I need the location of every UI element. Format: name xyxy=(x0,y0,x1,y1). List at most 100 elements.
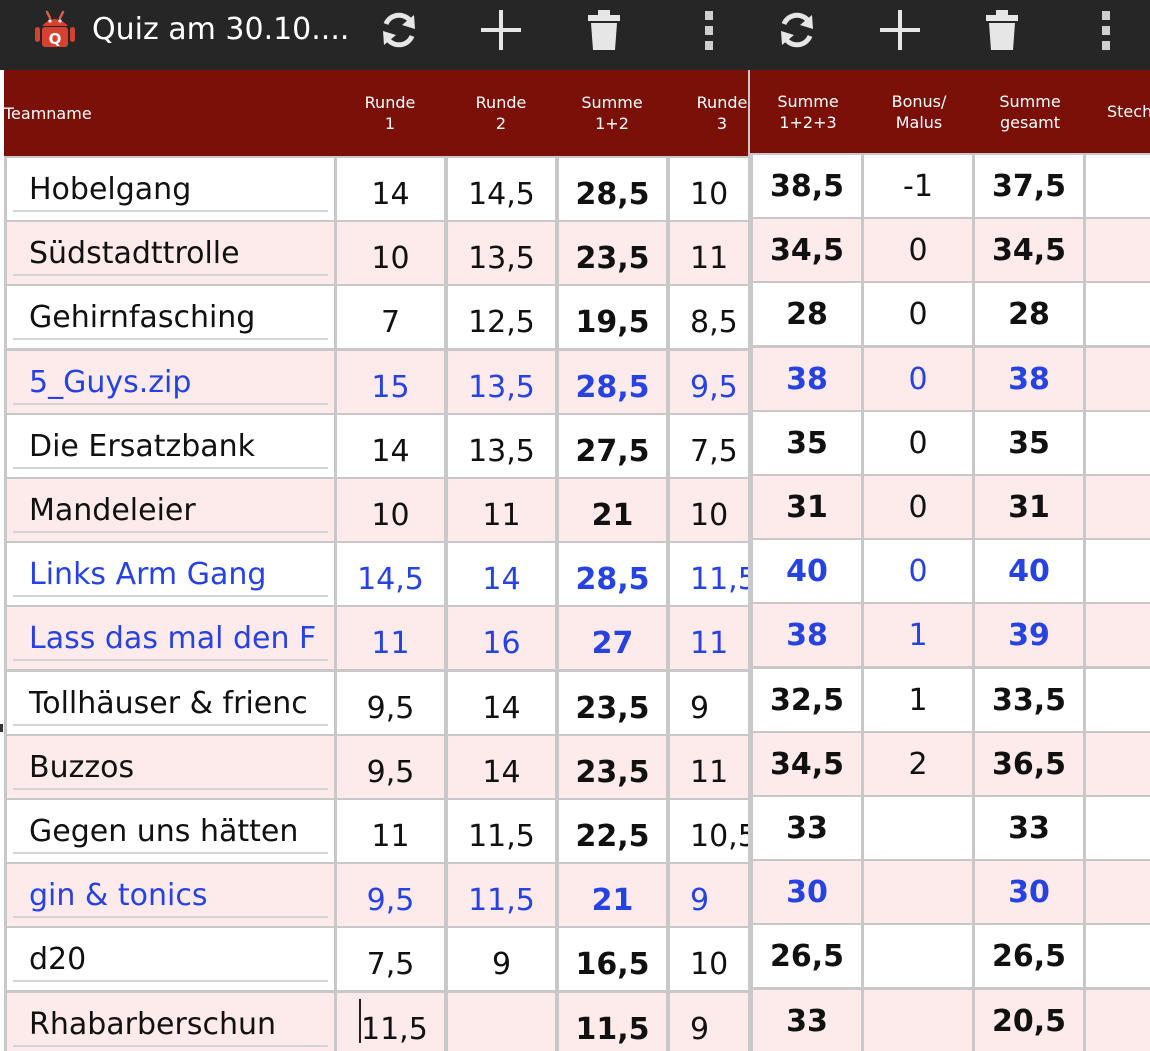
bonus-malus-field[interactable]: 0 xyxy=(864,283,972,345)
bonus-malus-field[interactable]: 1 xyxy=(864,604,972,666)
overflow-menu-icon[interactable] xyxy=(1077,6,1135,54)
table-row[interactable]: Gegen uns hätten 11 11,5 22,5 10,5 xyxy=(4,800,748,862)
team-name-field[interactable]: Südstadttrolle xyxy=(7,222,334,284)
bonus-malus-field[interactable] xyxy=(864,797,972,859)
tiebreak-field[interactable] xyxy=(1086,476,1150,538)
round-1-field[interactable]: 14 xyxy=(337,415,444,477)
round-3-field[interactable]: 11,5 xyxy=(670,543,748,605)
tiebreak-field[interactable] xyxy=(1086,540,1150,602)
round-1-field[interactable]: 14,5 xyxy=(337,543,444,605)
round-2-field[interactable]: 9 xyxy=(448,928,555,990)
round-1-field[interactable]: 9,5 xyxy=(337,864,444,926)
table-row[interactable]: 38,5 -1 37,5 xyxy=(750,155,1150,217)
round-3-field[interactable]: 8,5 xyxy=(670,286,748,348)
bonus-malus-field[interactable]: -1 xyxy=(864,155,972,217)
round-2-field[interactable]: 16 xyxy=(448,607,555,669)
tiebreak-field[interactable] xyxy=(1086,669,1150,731)
bonus-malus-field[interactable]: 0 xyxy=(864,348,972,410)
table-row[interactable]: 38 0 38 xyxy=(750,348,1150,410)
table-row[interactable]: 26,5 26,5 xyxy=(750,925,1150,987)
bonus-malus-field[interactable]: 0 xyxy=(864,412,972,474)
table-row[interactable]: 32,5 1 33,5 xyxy=(750,669,1150,731)
header-sum-1-2-3[interactable]: Summe 1+2+3 xyxy=(753,70,863,153)
team-name-field[interactable]: Rhabarberschun xyxy=(7,993,334,1051)
round-2-field[interactable]: 11,5 xyxy=(448,800,555,862)
team-name-field[interactable]: Die Ersatzbank xyxy=(7,415,334,477)
table-row[interactable]: 33 33 xyxy=(750,797,1150,859)
bonus-malus-field[interactable]: 1 xyxy=(864,669,972,731)
bonus-malus-field[interactable]: 2 xyxy=(864,733,972,795)
round-1-field[interactable]: 9,5 xyxy=(337,672,444,734)
round-1-field[interactable]: 10 xyxy=(337,479,444,541)
round-3-field[interactable]: 9 xyxy=(670,993,748,1051)
round-3-field[interactable]: 10 xyxy=(670,158,748,220)
team-name-field[interactable]: Mandeleier xyxy=(7,479,334,541)
table-row[interactable]: 35 0 35 xyxy=(750,412,1150,474)
round-1-field[interactable]: 10 xyxy=(337,222,444,284)
table-row[interactable]: d20 7,5 9 16,5 10 xyxy=(4,928,748,990)
tiebreak-field[interactable] xyxy=(1086,604,1150,666)
round-1-field[interactable]: 9,5 xyxy=(337,736,444,798)
tiebreak-field[interactable] xyxy=(1086,925,1150,987)
round-3-field[interactable]: 9 xyxy=(670,864,748,926)
round-2-field[interactable]: 13,5 xyxy=(448,351,555,413)
round-3-field[interactable]: 10 xyxy=(670,479,748,541)
round-3-field[interactable]: 11 xyxy=(670,607,748,669)
bonus-malus-field[interactable]: 0 xyxy=(864,476,972,538)
round-3-field[interactable]: 11 xyxy=(670,222,748,284)
round-2-field[interactable] xyxy=(448,993,555,1051)
tiebreak-field[interactable] xyxy=(1086,412,1150,474)
round-2-field[interactable]: 13,5 xyxy=(448,222,555,284)
table-row[interactable]: 28 0 28 xyxy=(750,283,1150,345)
table-row[interactable]: Links Arm Gang 14,5 14 28,5 11,5 xyxy=(4,543,748,605)
round-2-field[interactable]: 11 xyxy=(448,479,555,541)
team-name-field[interactable]: gin & tonics xyxy=(7,864,334,926)
team-name-field[interactable]: Links Arm Gang xyxy=(7,543,334,605)
tiebreak-field[interactable] xyxy=(1086,348,1150,410)
header-round-1[interactable]: Runde 1 xyxy=(335,70,445,156)
header-tiebreak[interactable]: Stech xyxy=(1086,70,1150,153)
table-row[interactable]: Gehirnfasching 7 12,5 19,5 8,5 xyxy=(4,286,748,348)
round-3-field[interactable]: 10,5 xyxy=(670,800,748,862)
round-2-field[interactable]: 13,5 xyxy=(448,415,555,477)
table-row[interactable]: Die Ersatzbank 14 13,5 27,5 7,5 xyxy=(4,415,748,477)
table-row[interactable]: 30 30 xyxy=(750,861,1150,923)
team-name-field[interactable]: d20 xyxy=(7,928,334,990)
team-name-field[interactable]: 5_Guys.zip xyxy=(7,351,334,413)
tiebreak-field[interactable] xyxy=(1086,861,1150,923)
header-sum-total[interactable]: Summe gesamt xyxy=(975,70,1085,153)
round-1-field[interactable]: 11 xyxy=(337,800,444,862)
table-row[interactable]: Südstadttrolle 10 13,5 23,5 11 xyxy=(4,222,748,284)
bonus-malus-field[interactable] xyxy=(864,861,972,923)
tiebreak-field[interactable] xyxy=(1086,283,1150,345)
header-teamname[interactable]: Teamname xyxy=(4,70,124,156)
round-3-field[interactable]: 11 xyxy=(670,736,748,798)
tiebreak-field[interactable] xyxy=(1086,990,1150,1051)
overflow-menu-icon[interactable] xyxy=(680,6,738,54)
team-name-field[interactable]: Lass das mal den F xyxy=(7,607,334,669)
table-row[interactable]: gin & tonics 9,5 11,5 21 9 xyxy=(4,864,748,926)
round-2-field[interactable]: 14 xyxy=(448,736,555,798)
trash-icon[interactable] xyxy=(575,6,633,54)
round-3-field[interactable]: 9,5 xyxy=(670,351,748,413)
add-icon[interactable] xyxy=(871,6,929,54)
round-2-field[interactable]: 14,5 xyxy=(448,158,555,220)
table-row[interactable]: 34,5 2 36,5 xyxy=(750,733,1150,795)
tiebreak-field[interactable] xyxy=(1086,733,1150,795)
refresh-icon[interactable] xyxy=(768,6,826,54)
table-row[interactable]: 40 0 40 xyxy=(750,540,1150,602)
table-row[interactable]: 34,5 0 34,5 xyxy=(750,219,1150,281)
bonus-malus-field[interactable] xyxy=(864,925,972,987)
header-round-2[interactable]: Runde 2 xyxy=(446,70,556,156)
team-name-field[interactable]: Buzzos xyxy=(7,736,334,798)
round-3-field[interactable]: 9 xyxy=(670,672,748,734)
tiebreak-field[interactable] xyxy=(1086,797,1150,859)
round-1-field[interactable]: 15 xyxy=(337,351,444,413)
bonus-malus-field[interactable]: 0 xyxy=(864,219,972,281)
android-q-app-icon[interactable]: Q xyxy=(33,8,77,52)
table-row[interactable]: Rhabarberschun 11,5 11,5 9 xyxy=(4,993,748,1051)
table-row[interactable]: 33 20,5 xyxy=(750,990,1150,1051)
round-1-field[interactable]: 7,5 xyxy=(337,928,444,990)
trash-icon[interactable] xyxy=(973,6,1031,54)
round-1-field[interactable]: 11,5 xyxy=(337,993,444,1051)
